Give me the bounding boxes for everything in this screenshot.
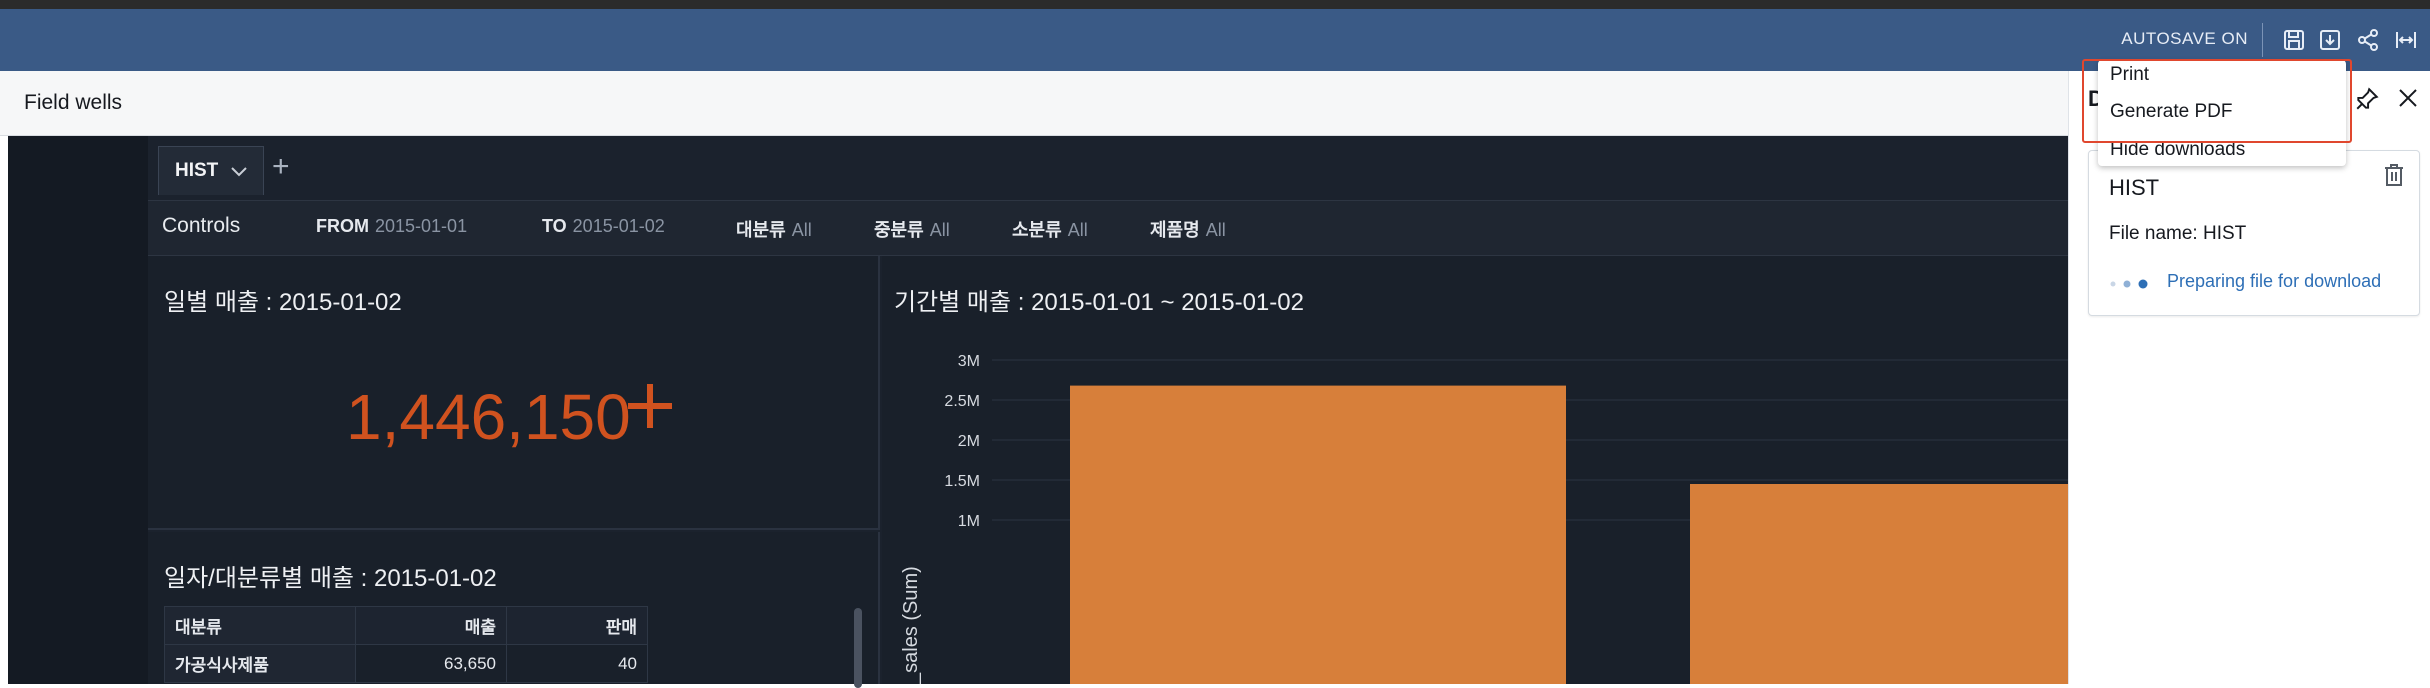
y-tick-label: 2M bbox=[958, 433, 980, 450]
control-to[interactable]: TO 2015-01-02 bbox=[542, 216, 665, 237]
control-from[interactable]: FROM 2015-01-01 bbox=[316, 216, 467, 237]
control-category-mid[interactable]: 중분류 All bbox=[874, 216, 950, 242]
window-top-strip bbox=[0, 0, 2430, 9]
control-category-small-label: 소분류 bbox=[1012, 220, 1062, 240]
field-wells-label: Field wells bbox=[24, 91, 123, 114]
plus-icon bbox=[624, 380, 676, 437]
bar-chart: 3M 2.5M 2M 1.5M 1M _sales (Sum) bbox=[900, 353, 2068, 684]
column-header[interactable]: 매출 bbox=[355, 606, 507, 645]
share-icon[interactable] bbox=[2352, 24, 2384, 56]
app-toolbar bbox=[0, 9, 2430, 71]
y-tick-label: 3M bbox=[958, 353, 980, 370]
fit-width-icon[interactable] bbox=[2390, 24, 2422, 56]
kpi-value: 1,446,150 bbox=[346, 381, 631, 453]
y-axis-label: _sales (Sum) bbox=[900, 566, 922, 684]
chevron-down-icon[interactable] bbox=[230, 165, 248, 177]
y-tick-label: 2.5M bbox=[944, 393, 980, 410]
trash-icon[interactable] bbox=[2383, 163, 2405, 192]
download-item-title: HIST bbox=[2109, 175, 2160, 200]
field-wells-bar[interactable]: Field wells bbox=[0, 71, 2085, 136]
control-category-mid-value: All bbox=[929, 220, 950, 240]
download-item-card: HIST File name: HIST Preparing file for … bbox=[2088, 150, 2420, 316]
control-category-mid-label: 중분류 bbox=[874, 220, 924, 240]
control-from-label: FROM bbox=[316, 216, 369, 236]
toolbar-divider bbox=[2262, 23, 2263, 57]
table-cell: 가공식사제품 bbox=[164, 644, 356, 683]
download-item-status: Preparing file for download bbox=[2167, 271, 2382, 291]
table-visual[interactable]: 일자/대분류별 매출 : 2015-01-02 대분류 매출 판매 가공식사제품… bbox=[148, 532, 880, 688]
column-header[interactable]: 대분류 bbox=[164, 606, 356, 645]
autosave-status: AUTOSAVE ON bbox=[2121, 29, 2248, 48]
bar[interactable] bbox=[1690, 484, 2068, 684]
kpi-visual[interactable]: 일별 매출 : 2015-01-02 1,446,150 bbox=[148, 256, 880, 530]
control-category-small[interactable]: 소분류 All bbox=[1012, 216, 1088, 242]
loading-dots-icon bbox=[2109, 277, 2157, 295]
y-tick-label: 1.5M bbox=[944, 473, 980, 490]
kpi-title: 일별 매출 : 2015-01-02 bbox=[164, 289, 402, 316]
sales-table: 대분류 매출 판매 가공식사제품 63,650 40 bbox=[164, 606, 648, 683]
control-category-large-value: All bbox=[791, 220, 812, 240]
control-to-value: 2015-01-02 bbox=[572, 216, 665, 236]
close-icon[interactable] bbox=[2396, 86, 2420, 115]
tab-hist-label: HIST bbox=[175, 160, 219, 181]
download-icon[interactable] bbox=[2314, 24, 2346, 56]
download-item-filename: File name: HIST bbox=[2109, 223, 2247, 244]
control-from-value: 2015-01-01 bbox=[375, 216, 468, 236]
table-title: 일자/대분류별 매출 : 2015-01-02 bbox=[164, 565, 497, 592]
table-cell: 63,650 bbox=[355, 644, 507, 683]
table-cell: 40 bbox=[506, 644, 648, 683]
controls-label: Controls bbox=[162, 214, 241, 237]
table-row[interactable]: 가공식사제품 63,650 40 bbox=[164, 644, 648, 683]
tab-hist[interactable]: HIST bbox=[158, 146, 264, 195]
control-to-label: TO bbox=[542, 216, 567, 236]
highlight-annotation bbox=[2082, 59, 2352, 143]
pin-icon[interactable] bbox=[2354, 86, 2380, 117]
bar[interactable] bbox=[1070, 385, 1566, 684]
bar-chart-visual[interactable]: 기간별 매출 : 2015-01-01 ~ 2015-01-02 3M 2.5M 2… bbox=[882, 256, 2068, 684]
control-product-name[interactable]: 제품명 All bbox=[1150, 216, 1226, 242]
y-tick-label: 1M bbox=[958, 513, 980, 530]
save-icon[interactable] bbox=[2278, 24, 2310, 56]
control-category-small-value: All bbox=[1067, 220, 1088, 240]
control-category-large[interactable]: 대분류 All bbox=[736, 216, 812, 242]
controls-bar: Controls FROM 2015-01-01 TO 2015-01-02 대분류… bbox=[148, 200, 2068, 256]
control-category-large-label: 대분류 bbox=[736, 220, 786, 240]
table-scrollbar[interactable] bbox=[854, 608, 862, 688]
column-header[interactable]: 판매 bbox=[506, 606, 648, 645]
control-product-name-value: All bbox=[1205, 220, 1226, 240]
canvas-gutter bbox=[8, 136, 148, 684]
table-header-row: 대분류 매출 판매 bbox=[164, 606, 648, 645]
add-sheet-button[interactable]: + bbox=[272, 150, 290, 184]
control-product-name-label: 제품명 bbox=[1150, 220, 1200, 240]
